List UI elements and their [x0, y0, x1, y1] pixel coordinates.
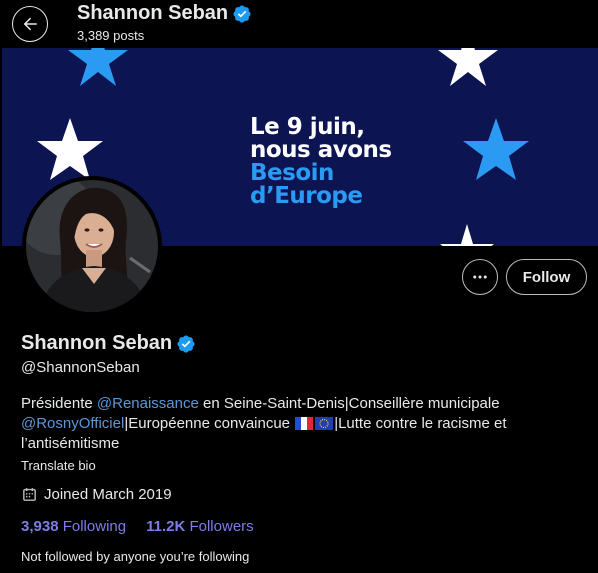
back-button[interactable]	[12, 6, 48, 42]
followers-link[interactable]: 11.2K Followers	[146, 518, 254, 535]
white-star-icon	[440, 224, 494, 246]
verified-badge-icon[interactable]	[176, 334, 196, 354]
banner-line-2: nous avons	[250, 137, 392, 163]
calendar-icon	[21, 486, 38, 503]
mention-link[interactable]: @RosnyOfficiel	[21, 415, 124, 432]
joined-date: Joined March 2019	[21, 486, 172, 503]
header-name: Shannon Seban	[77, 2, 229, 24]
banner-line-4: d’Europe	[250, 183, 363, 209]
mention-link[interactable]: @Renaissance	[97, 395, 199, 412]
profile-bio: Présidente @Renaissance en Seine-Saint-D…	[21, 394, 581, 454]
profile-name: Shannon Seban	[21, 332, 173, 354]
post-count: 3,389 posts	[77, 28, 145, 43]
top-bar: Shannon Seban 3,389 posts	[0, 0, 598, 48]
blue-star-icon	[463, 118, 529, 180]
bio-text: |Européenne convaincue	[124, 415, 295, 432]
not-followed-notice: Not followed by anyone you’re following	[21, 549, 250, 564]
arrow-left-icon	[23, 17, 37, 31]
joined-text: Joined March 2019	[44, 486, 172, 503]
header-name-row: Shannon Seban	[77, 2, 252, 25]
banner-line-1: Le 9 juin,	[250, 114, 365, 140]
white-star-icon	[438, 48, 498, 86]
translate-bio-link[interactable]: Translate bio	[21, 458, 96, 473]
following-label: Following	[62, 518, 127, 535]
more-icon	[473, 275, 487, 279]
following-link[interactable]: 3,938 Following	[21, 518, 126, 535]
follow-button[interactable]: Follow	[506, 259, 587, 295]
bio-text: Présidente	[21, 395, 97, 412]
french-flag-icon	[295, 417, 314, 430]
avatar[interactable]	[22, 176, 162, 316]
eu-flag-icon	[315, 417, 334, 430]
banner-line-3: Besoin	[250, 160, 334, 186]
profile-handle: @ShannonSeban	[21, 359, 140, 376]
following-count: 3,938	[21, 518, 59, 535]
more-button[interactable]	[462, 259, 498, 295]
blue-star-icon	[68, 48, 128, 86]
banner-slogan: Le 9 juin, nous avons Besoin d’Europe	[250, 116, 392, 208]
followers-label: Followers	[189, 518, 254, 535]
follow-stats: 3,938 Following 11.2K Followers	[21, 518, 274, 535]
verified-badge-icon	[232, 4, 252, 24]
profile-name-row: Shannon Seban	[21, 332, 196, 355]
white-star-icon	[37, 118, 103, 180]
bio-text: en Seine-Saint-Denis|Conseillère municip…	[198, 395, 500, 412]
followers-count: 11.2K	[146, 518, 186, 535]
